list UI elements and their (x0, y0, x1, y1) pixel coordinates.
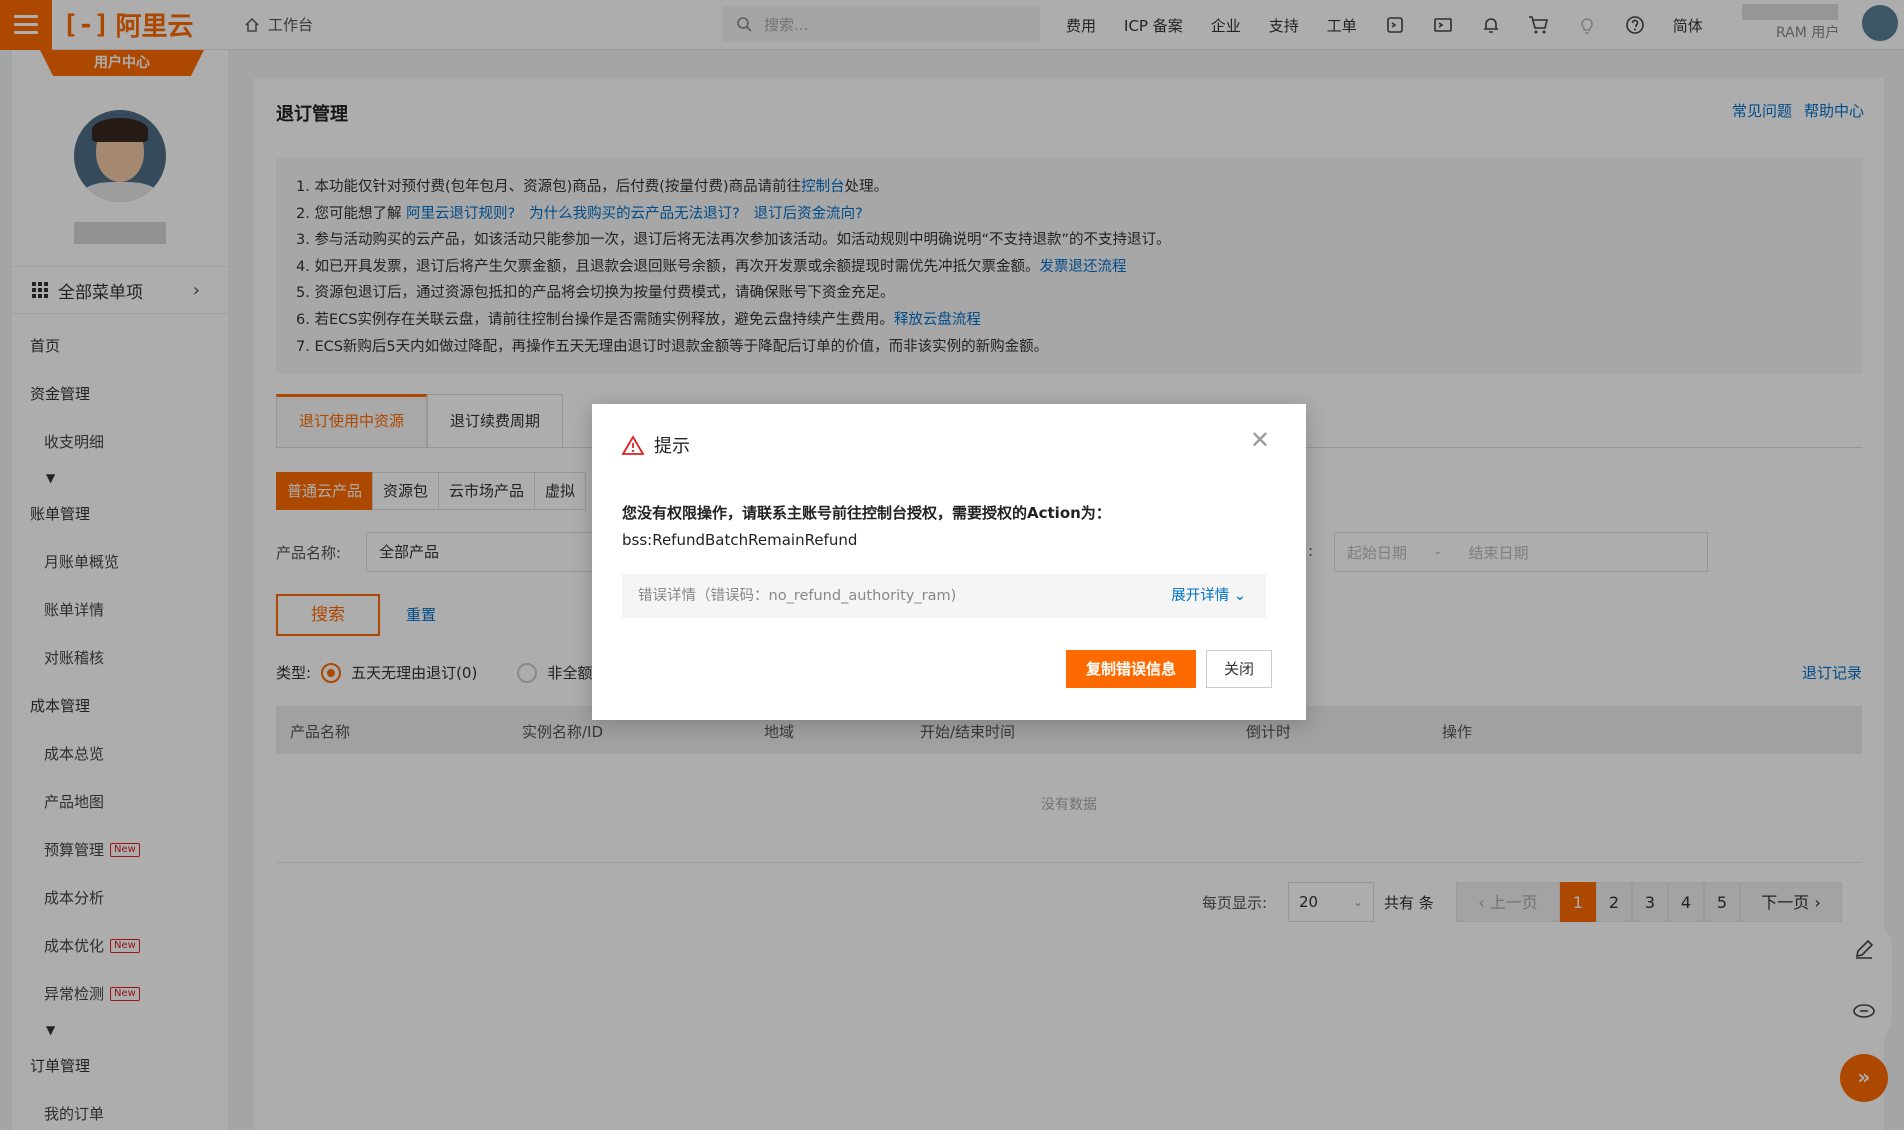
required-action: bss:RefundBatchRemainRefund (622, 531, 858, 549)
dialog-title: 提示 (622, 432, 690, 458)
dialog-message: 您没有权限操作，请联系主账号前往控制台授权，需要授权的Action为： bss:… (622, 500, 1272, 554)
close-icon[interactable]: ✕ (1250, 428, 1270, 452)
warning-icon (622, 435, 644, 455)
permission-error-dialog: 提示 ✕ 您没有权限操作，请联系主账号前往控制台授权，需要授权的Action为：… (592, 404, 1306, 720)
copy-error-button[interactable]: 复制错误信息 (1066, 650, 1196, 688)
dialog-title-text: 提示 (654, 436, 690, 457)
error-detail-box: 错误详情（错误码：no_refund_authority_ram) 展开详情 ⌄ (622, 574, 1266, 618)
close-button[interactable]: 关闭 (1206, 650, 1272, 688)
error-detail-text: 错误详情（错误码：no_refund_authority_ram) (638, 588, 957, 604)
chevron-down-icon: ⌄ (1233, 588, 1246, 604)
expand-details-link[interactable]: 展开详情 ⌄ (1171, 574, 1246, 618)
